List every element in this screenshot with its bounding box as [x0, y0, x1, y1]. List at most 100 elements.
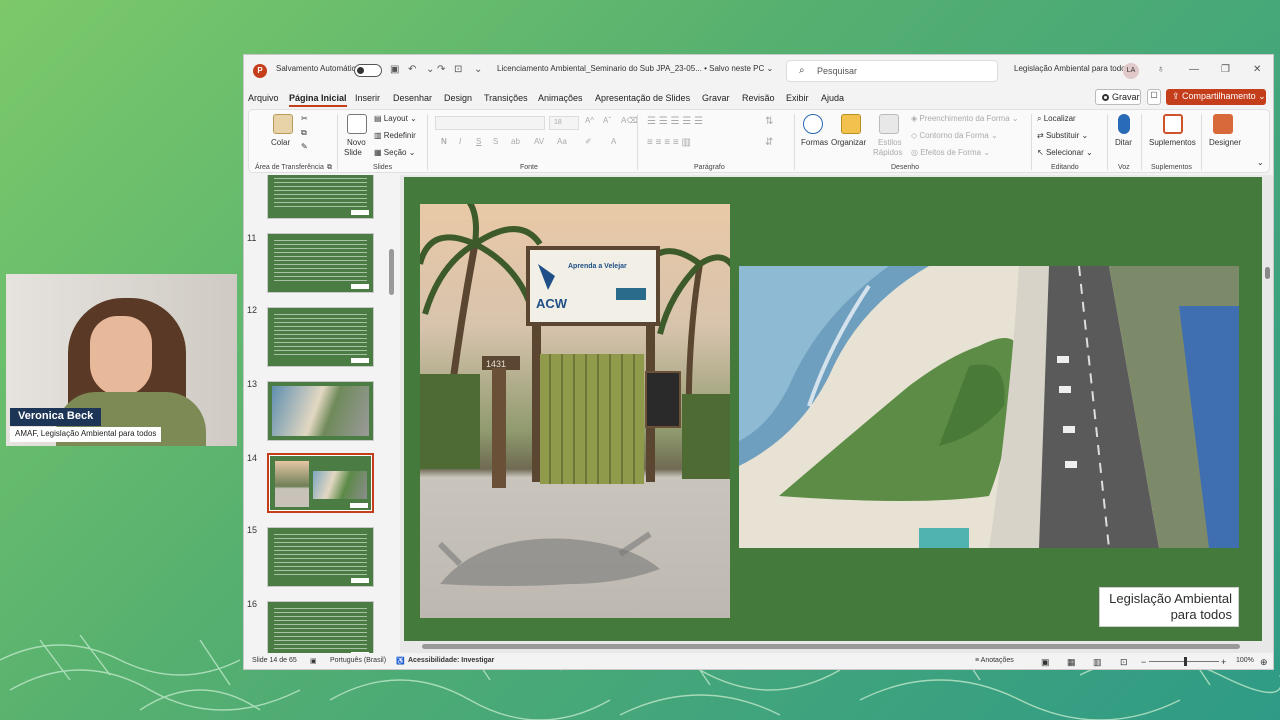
new-slide-label-2[interactable]: Slide	[344, 148, 362, 157]
reading-view-icon[interactable]: ▥	[1093, 657, 1102, 668]
reset-button[interactable]: ▥ Redefinir	[374, 131, 416, 140]
quick-styles-label-2[interactable]: Rápidos	[873, 148, 902, 157]
normal-view-icon[interactable]: ▣	[1041, 657, 1050, 668]
italic-button[interactable]: I	[459, 137, 461, 146]
slide-thumbnail-active[interactable]	[267, 453, 374, 513]
tab-exibir[interactable]: Exibir	[786, 93, 809, 103]
find-button[interactable]: ⌕ Localizar	[1037, 114, 1076, 124]
file-title[interactable]: Licenciamento Ambiental_Seminario do Sub…	[497, 64, 773, 73]
quick-styles-icon[interactable]	[879, 114, 899, 134]
account-name[interactable]: Legislação Ambiental para todos	[1014, 64, 1130, 73]
align-icons[interactable]: ≡ ≡ ≡ ≡ ▥	[647, 137, 691, 148]
minimize-icon[interactable]: —	[1189, 64, 1199, 75]
addins-button[interactable]: Suplementos	[1149, 138, 1196, 147]
addins-icon[interactable]	[1163, 114, 1183, 134]
grow-font-icon[interactable]: A^	[585, 116, 594, 125]
microphone-icon[interactable]	[1118, 114, 1130, 134]
record-button[interactable]: Gravar	[1095, 89, 1141, 105]
designer-icon[interactable]	[1213, 114, 1233, 134]
shrink-font-icon[interactable]: Aˇ	[603, 116, 611, 125]
spelling-icon[interactable]: ▣	[310, 657, 317, 665]
spacing-button[interactable]: AV	[534, 137, 544, 146]
customize-toolbar-icon[interactable]: ⌄	[474, 64, 482, 75]
dictate-button[interactable]: Ditar	[1115, 138, 1132, 147]
redo-icon[interactable]: ↷	[437, 64, 445, 75]
thumbnails-scrollbar[interactable]	[389, 249, 394, 295]
bold-button[interactable]: N	[441, 137, 447, 146]
tab-transicoes[interactable]: Transições	[484, 93, 528, 103]
align-text-icon[interactable]: ⇵	[765, 137, 773, 148]
slide-thumbnail[interactable]	[267, 601, 374, 653]
photo-beach-gate[interactable]: ACW Aprenda a Velejar 1431	[420, 204, 730, 618]
maximize-icon[interactable]: ❐	[1221, 64, 1230, 75]
comments-button[interactable]: ▢	[1147, 89, 1161, 105]
fit-slide-icon[interactable]: ⊕	[1260, 657, 1268, 668]
lightbulb-icon[interactable]: ♁	[1157, 64, 1165, 75]
tab-design[interactable]: Design	[444, 93, 472, 103]
slide-thumbnail[interactable]	[267, 175, 374, 219]
underline-button[interactable]: S	[476, 137, 481, 146]
undo-icon[interactable]: ↶	[408, 64, 416, 75]
zoom-slider-handle[interactable]	[1184, 657, 1187, 666]
avatar[interactable]: LA	[1123, 63, 1139, 79]
autosave-toggle[interactable]	[354, 64, 382, 77]
share-button[interactable]: ⇪ Compartilhamento ⌄	[1166, 89, 1266, 105]
case-button[interactable]: Aa	[557, 137, 567, 146]
present-icon[interactable]: ⊡	[454, 64, 462, 75]
tab-pagina-inicial[interactable]: Página Inicial	[289, 93, 347, 107]
copy-icon[interactable]: ⧉	[301, 128, 307, 138]
select-button[interactable]: ↖ Selecionar ⌄	[1037, 148, 1093, 157]
tab-ajuda[interactable]: Ajuda	[821, 93, 844, 103]
slideshow-icon[interactable]: ⊡	[1120, 657, 1128, 668]
zoom-level[interactable]: 100%	[1236, 657, 1254, 664]
tab-revisao[interactable]: Revisão	[742, 93, 775, 103]
search-input[interactable]: ⌕ Pesquisar	[786, 60, 998, 82]
vertical-scrollbar[interactable]	[1263, 175, 1273, 641]
slide-thumbnail[interactable]	[267, 233, 374, 293]
clipboard-expand-icon[interactable]: ⧉	[327, 164, 332, 172]
quick-styles-label-1[interactable]: Estilos	[878, 138, 902, 147]
ribbon-collapse-icon[interactable]: ⌄	[1257, 158, 1264, 167]
shapes-button[interactable]: Formas	[801, 138, 828, 147]
shape-outline-button[interactable]: ◇ Contorno da Forma ⌄	[911, 131, 998, 140]
tab-arquivo[interactable]: Arquivo	[248, 93, 279, 103]
slide-logo-box[interactable]: Legislação Ambiental para todos	[1099, 587, 1239, 627]
cut-icon[interactable]: ✂	[301, 114, 308, 123]
zoom-in-icon[interactable]: +	[1221, 657, 1226, 667]
font-color-icon[interactable]: A	[611, 137, 616, 146]
slide-thumbnail[interactable]	[267, 527, 374, 587]
shape-fill-button[interactable]: ◈ Preenchimento da Forma ⌄	[911, 114, 1019, 123]
paste-icon[interactable]	[273, 114, 293, 134]
clear-format-icon[interactable]: A⌫	[621, 116, 638, 125]
font-size-select[interactable]: 18	[549, 116, 579, 130]
tab-desenhar[interactable]: Desenhar	[393, 93, 432, 103]
notes-button[interactable]: ≡ Anotações	[975, 657, 1014, 664]
save-icon[interactable]: ▣	[390, 64, 399, 75]
slide-canvas[interactable]: ACW Aprenda a Velejar 1431 Legislação Am…	[404, 177, 1262, 641]
layout-button[interactable]: ▤ Layout ⌄	[374, 114, 417, 123]
tab-gravar[interactable]: Gravar	[702, 93, 730, 103]
strikethrough-button[interactable]: ab	[511, 137, 520, 146]
bullets-icon[interactable]: ☰ ☰ ☰ ☰ ☰	[647, 116, 703, 127]
section-button[interactable]: ▦ Seção ⌄	[374, 148, 415, 157]
undo-dropdown-icon[interactable]: ⌄	[426, 64, 434, 75]
arrange-icon[interactable]	[841, 114, 861, 134]
close-icon[interactable]: ✕	[1253, 64, 1261, 75]
shadow-button[interactable]: S	[493, 137, 498, 146]
language-label[interactable]: Português (Brasil)	[330, 657, 386, 664]
paste-button[interactable]: Colar	[271, 138, 290, 147]
highlight-icon[interactable]: ✐	[585, 137, 592, 146]
designer-button[interactable]: Designer	[1209, 138, 1241, 147]
shapes-icon[interactable]	[803, 114, 823, 134]
shape-effects-button[interactable]: ◎ Efeitos de Forma ⌄	[911, 148, 990, 157]
new-slide-label-1[interactable]: Novo	[347, 138, 366, 147]
new-slide-icon[interactable]	[347, 114, 367, 134]
tab-apresentacao[interactable]: Apresentação de Slides	[595, 93, 690, 103]
zoom-out-icon[interactable]: −	[1141, 657, 1146, 667]
arrange-button[interactable]: Organizar	[831, 138, 866, 147]
replace-button[interactable]: ⇄ Substituir ⌄	[1037, 131, 1088, 140]
slide-sorter-icon[interactable]: ▦	[1067, 657, 1076, 668]
slide-thumbnail[interactable]	[267, 307, 374, 367]
slide-thumbnail[interactable]	[267, 381, 374, 441]
text-direction-icon[interactable]: ⇅	[765, 116, 773, 127]
